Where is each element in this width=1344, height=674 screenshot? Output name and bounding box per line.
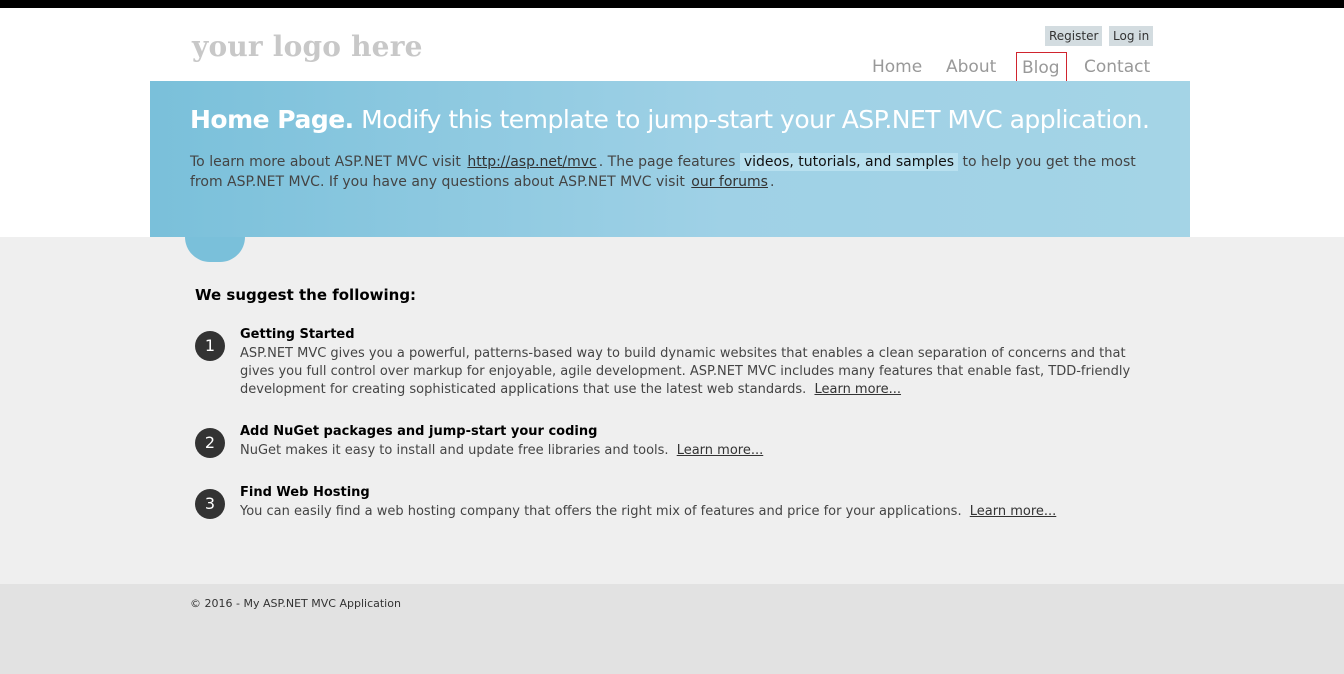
step-number: 3 xyxy=(195,489,225,519)
nav-home[interactable]: Home xyxy=(868,52,926,84)
featured-text-4: . xyxy=(769,174,775,190)
nav-about[interactable]: About xyxy=(942,52,1000,84)
learn-more-link[interactable]: Learn more... xyxy=(814,382,901,397)
step-description: You can easily find a web hosting compan… xyxy=(240,504,962,519)
aspnet-mvc-link[interactable]: http://asp.net/mvc xyxy=(465,154,598,170)
step-number: 1 xyxy=(195,331,225,361)
featured-banner: Home Page. Modify this template to jump-… xyxy=(150,81,1190,237)
main-content: We suggest the following: 1 Getting Star… xyxy=(0,237,1344,584)
top-bar xyxy=(0,0,1344,8)
suggestions-heading: We suggest the following: xyxy=(195,286,417,304)
footer-copyright: © 2016 - My ASP.NET MVC Application xyxy=(190,597,401,610)
step-description: ASP.NET MVC gives you a powerful, patter… xyxy=(240,346,1131,397)
register-link[interactable]: Register xyxy=(1045,26,1103,46)
featured-highlight[interactable]: videos, tutorials, and samples xyxy=(739,153,959,171)
step-text: NuGet makes it easy to install and updat… xyxy=(240,442,1145,460)
learn-more-link[interactable]: Learn more... xyxy=(677,443,764,458)
login-link[interactable]: Log in xyxy=(1109,26,1154,46)
step-description: NuGet makes it easy to install and updat… xyxy=(240,443,669,458)
nav-contact[interactable]: Contact xyxy=(1080,52,1154,84)
page-subtitle: Modify this template to jump-start your … xyxy=(361,105,1150,134)
page-title: Home Page. Modify this template to jump-… xyxy=(190,105,1150,134)
step-title: Getting Started xyxy=(240,327,355,342)
learn-more-link[interactable]: Learn more... xyxy=(970,504,1057,519)
page-title-main: Home Page. xyxy=(190,105,354,134)
step-number: 2 xyxy=(195,428,225,458)
step-title: Find Web Hosting xyxy=(240,485,370,500)
featured-text-1: To learn more about ASP.NET MVC visit xyxy=(190,154,461,170)
featured-text: To learn more about ASP.NET MVC visit ht… xyxy=(190,152,1150,192)
forums-link[interactable]: our forums xyxy=(689,174,770,190)
step-text: You can easily find a web hosting compan… xyxy=(240,503,1145,521)
step-text: ASP.NET MVC gives you a powerful, patter… xyxy=(240,345,1145,399)
step-title: Add NuGet packages and jump-start your c… xyxy=(240,424,598,439)
featured-text-2: . The page features xyxy=(598,154,736,170)
